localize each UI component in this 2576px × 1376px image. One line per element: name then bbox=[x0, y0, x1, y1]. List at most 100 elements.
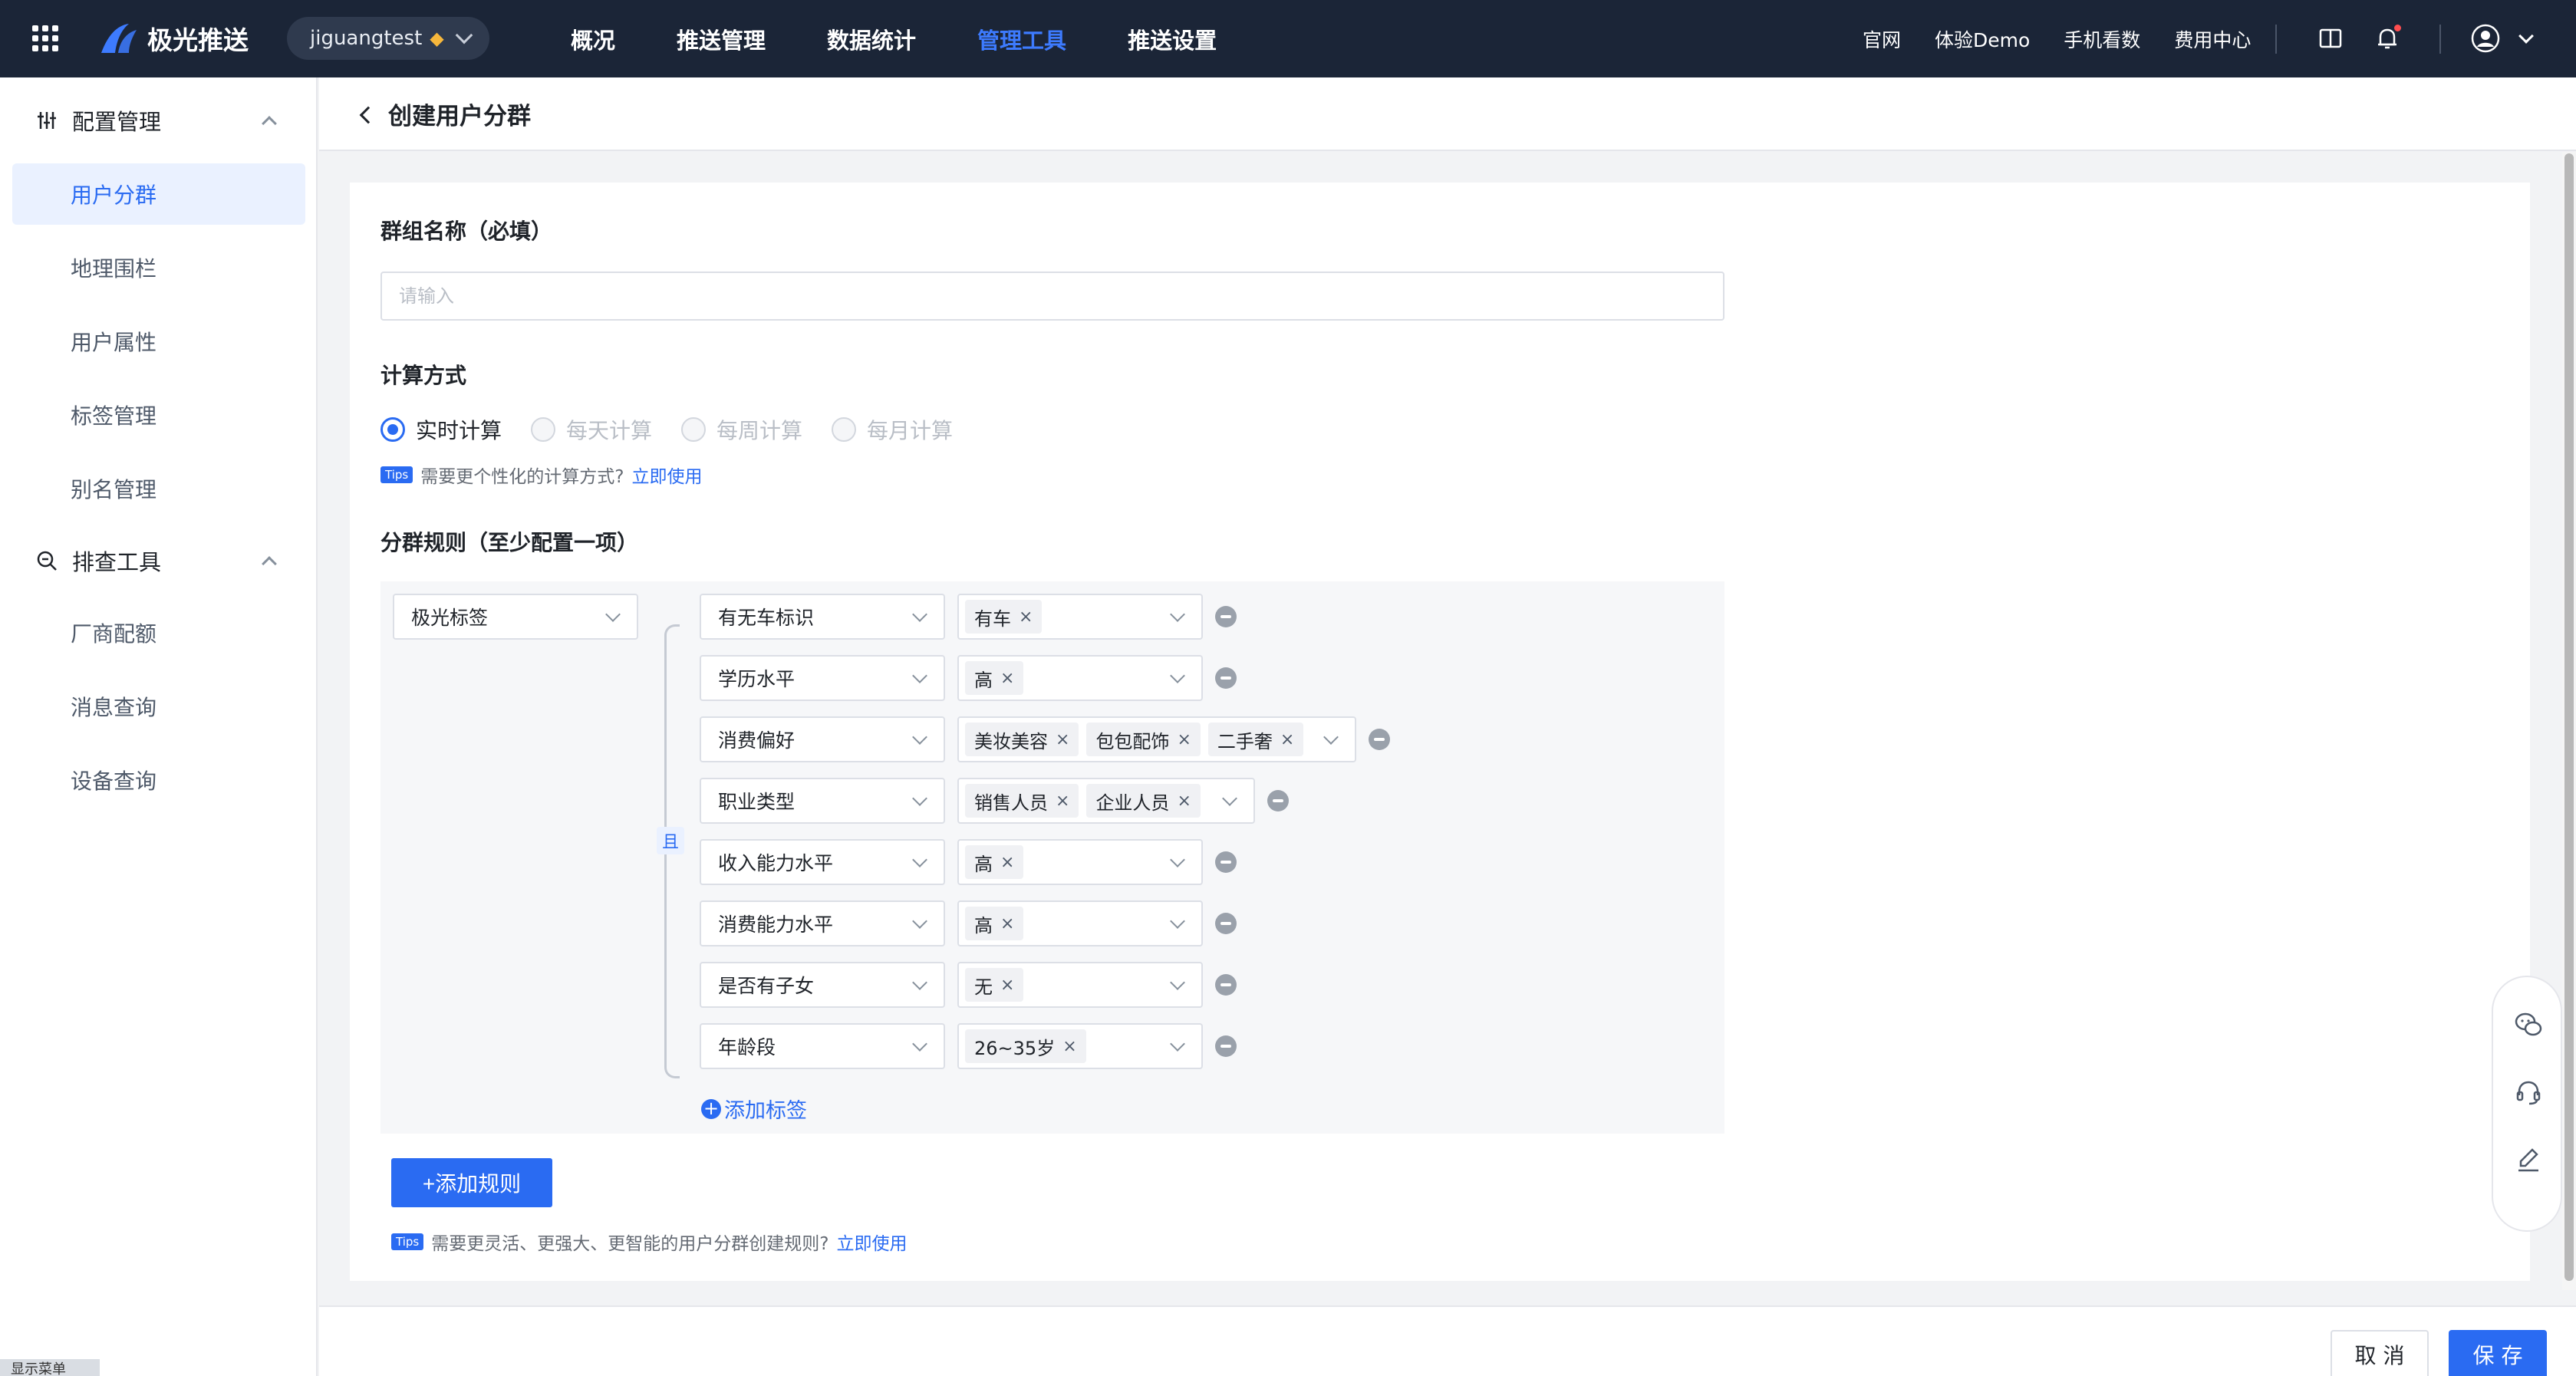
sidebar-item-user-attributes[interactable]: 用户属性 bbox=[12, 311, 305, 372]
tips-text: 需要更个性化的计算方式? bbox=[420, 467, 624, 487]
remove-rule-button[interactable] bbox=[1215, 1035, 1237, 1057]
radio-realtime[interactable]: 实时计算 bbox=[380, 414, 502, 445]
back-arrow-icon[interactable] bbox=[359, 106, 377, 124]
select-value: 是否有子女 bbox=[718, 975, 815, 997]
close-icon[interactable]: × bbox=[1062, 1037, 1076, 1056]
sidebar-group-config[interactable]: 配置管理 bbox=[0, 96, 318, 145]
logo[interactable]: 极光推送 bbox=[98, 20, 249, 57]
chevron-down-icon bbox=[912, 791, 927, 806]
close-icon[interactable]: × bbox=[1056, 792, 1069, 811]
form-card: 群组名称（必填） 计算方式 实时计算 每天计算 每周计算 每月计算 Tips 需… bbox=[350, 183, 2530, 1281]
select-value: 极光标签 bbox=[411, 607, 489, 629]
remove-rule-button[interactable] bbox=[1215, 606, 1237, 627]
gem-icon: ◆ bbox=[430, 28, 444, 49]
close-icon[interactable]: × bbox=[1000, 669, 1014, 688]
link-mobile-data[interactable]: 手机看数 bbox=[2064, 25, 2140, 53]
remove-rule-button[interactable] bbox=[1215, 974, 1237, 996]
rule-value-select[interactable]: 美妆美容 × 包包配饰 × 二手奢 × bbox=[957, 716, 1356, 762]
rule-value-select[interactable]: 有车 × bbox=[957, 594, 1203, 640]
chevron-down-icon bbox=[1170, 975, 1185, 990]
close-icon[interactable]: × bbox=[1056, 730, 1069, 749]
sidebar-item-message-query[interactable]: 消息查询 bbox=[12, 676, 305, 737]
rule-value-select[interactable]: 高 × bbox=[957, 900, 1203, 946]
rule-value-select[interactable]: 高 × bbox=[957, 839, 1203, 885]
radio-dot bbox=[832, 417, 857, 442]
link-demo[interactable]: 体验Demo bbox=[1935, 25, 2030, 53]
book-icon[interactable] bbox=[2317, 25, 2344, 52]
save-button[interactable]: 保 存 bbox=[2449, 1330, 2547, 1376]
tips-link[interactable]: 立即使用 bbox=[631, 462, 702, 488]
bell-icon[interactable] bbox=[2373, 25, 2401, 52]
rule-field-select[interactable]: 消费偏好 bbox=[700, 716, 945, 762]
nav-push-management[interactable]: 推送管理 bbox=[677, 23, 766, 55]
close-icon[interactable]: × bbox=[1280, 730, 1294, 749]
user-avatar-icon[interactable] bbox=[2470, 23, 2501, 54]
chevron-down-icon bbox=[912, 607, 927, 622]
nav-admin-tools[interactable]: 管理工具 bbox=[977, 23, 1066, 55]
rule-value-select[interactable]: 高 × bbox=[957, 655, 1203, 701]
tips-link[interactable]: 立即使用 bbox=[836, 1229, 907, 1255]
grid-menu-icon[interactable] bbox=[32, 25, 58, 51]
remove-rule-button[interactable] bbox=[1215, 667, 1237, 689]
rule-field-select[interactable]: 学历水平 bbox=[700, 655, 945, 701]
rule-value-select[interactable]: 26~35岁 × bbox=[957, 1023, 1203, 1069]
close-icon[interactable]: × bbox=[1019, 607, 1033, 627]
chevron-down-icon bbox=[1170, 668, 1185, 683]
vertical-scrollbar[interactable] bbox=[2562, 152, 2576, 1290]
close-icon[interactable]: × bbox=[1000, 914, 1014, 933]
chevron-down-icon bbox=[1170, 913, 1185, 929]
sidebar-item-device-query[interactable]: 设备查询 bbox=[12, 749, 305, 811]
nav-statistics[interactable]: 数据统计 bbox=[827, 23, 916, 55]
select-value: 职业类型 bbox=[718, 791, 796, 813]
rule-value-select[interactable]: 无 × bbox=[957, 962, 1203, 1008]
chevron-down-icon bbox=[912, 1036, 927, 1052]
show-menu-toggle[interactable]: 显示菜单 bbox=[0, 1359, 100, 1376]
group-name-input[interactable] bbox=[380, 272, 1724, 321]
headset-icon[interactable] bbox=[2513, 1077, 2544, 1108]
rule-source-select[interactable]: 极光标签 bbox=[393, 594, 638, 640]
link-billing[interactable]: 费用中心 bbox=[2174, 25, 2251, 53]
rule-field-select[interactable]: 年龄段 bbox=[700, 1023, 945, 1069]
link-official-site[interactable]: 官网 bbox=[1863, 25, 1901, 53]
radio-daily[interactable]: 每天计算 bbox=[531, 414, 652, 445]
page-title: 创建用户分群 bbox=[388, 102, 531, 130]
sidebar-group-troubleshoot[interactable]: 排查工具 bbox=[0, 536, 318, 585]
search-zoom-icon bbox=[37, 551, 57, 571]
sidebar-item-user-segment[interactable]: 用户分群 bbox=[12, 163, 305, 225]
add-rule-button[interactable]: +添加规则 bbox=[391, 1158, 552, 1207]
add-tag-button[interactable]: + 添加标签 bbox=[701, 1094, 807, 1124]
rule-field-select[interactable]: 职业类型 bbox=[700, 778, 945, 824]
tips-calc: Tips 需要更个性化的计算方式? 立即使用 bbox=[380, 462, 702, 488]
close-icon[interactable]: × bbox=[1000, 976, 1014, 995]
edit-icon[interactable] bbox=[2513, 1144, 2544, 1175]
rule-field-select[interactable]: 收入能力水平 bbox=[700, 839, 945, 885]
value-tag: 包包配饰 × bbox=[1086, 723, 1201, 756]
rule-field-select[interactable]: 有无车标识 bbox=[700, 594, 945, 640]
and-badge[interactable]: 且 bbox=[657, 827, 684, 854]
sidebar-item-tag-management[interactable]: 标签管理 bbox=[12, 384, 305, 446]
remove-rule-button[interactable] bbox=[1369, 729, 1390, 750]
nav-push-settings[interactable]: 推送设置 bbox=[1128, 23, 1217, 55]
rule-value-select[interactable]: 销售人员 × 企业人员 × bbox=[957, 778, 1255, 824]
rule-field-select[interactable]: 消费能力水平 bbox=[700, 900, 945, 946]
tips-text: 需要更灵活、更强大、更智能的用户分群创建规则? bbox=[431, 1234, 829, 1254]
sidebar-item-geofence[interactable]: 地理围栏 bbox=[12, 237, 305, 298]
chevron-down-icon[interactable] bbox=[2518, 28, 2534, 44]
nav-overview[interactable]: 概况 bbox=[571, 23, 615, 55]
remove-rule-button[interactable] bbox=[1215, 913, 1237, 934]
sidebar-item-vendor-quota[interactable]: 厂商配额 bbox=[12, 602, 305, 663]
close-icon[interactable]: × bbox=[1000, 853, 1014, 872]
radio-weekly[interactable]: 每周计算 bbox=[681, 414, 802, 445]
sidebar-item-alias-management[interactable]: 别名管理 bbox=[12, 458, 305, 519]
cancel-button[interactable]: 取 消 bbox=[2331, 1330, 2429, 1376]
close-icon[interactable]: × bbox=[1177, 792, 1191, 811]
app-switcher[interactable]: jiguangtest ◆ bbox=[287, 17, 489, 60]
chevron-down-icon bbox=[1323, 729, 1339, 745]
radio-monthly[interactable]: 每月计算 bbox=[832, 414, 953, 445]
rule-field-select[interactable]: 是否有子女 bbox=[700, 962, 945, 1008]
scrollbar-thumb[interactable] bbox=[2564, 153, 2574, 1281]
close-icon[interactable]: × bbox=[1177, 730, 1191, 749]
wechat-chat-icon[interactable] bbox=[2513, 1009, 2544, 1040]
remove-rule-button[interactable] bbox=[1267, 790, 1289, 811]
remove-rule-button[interactable] bbox=[1215, 851, 1237, 873]
